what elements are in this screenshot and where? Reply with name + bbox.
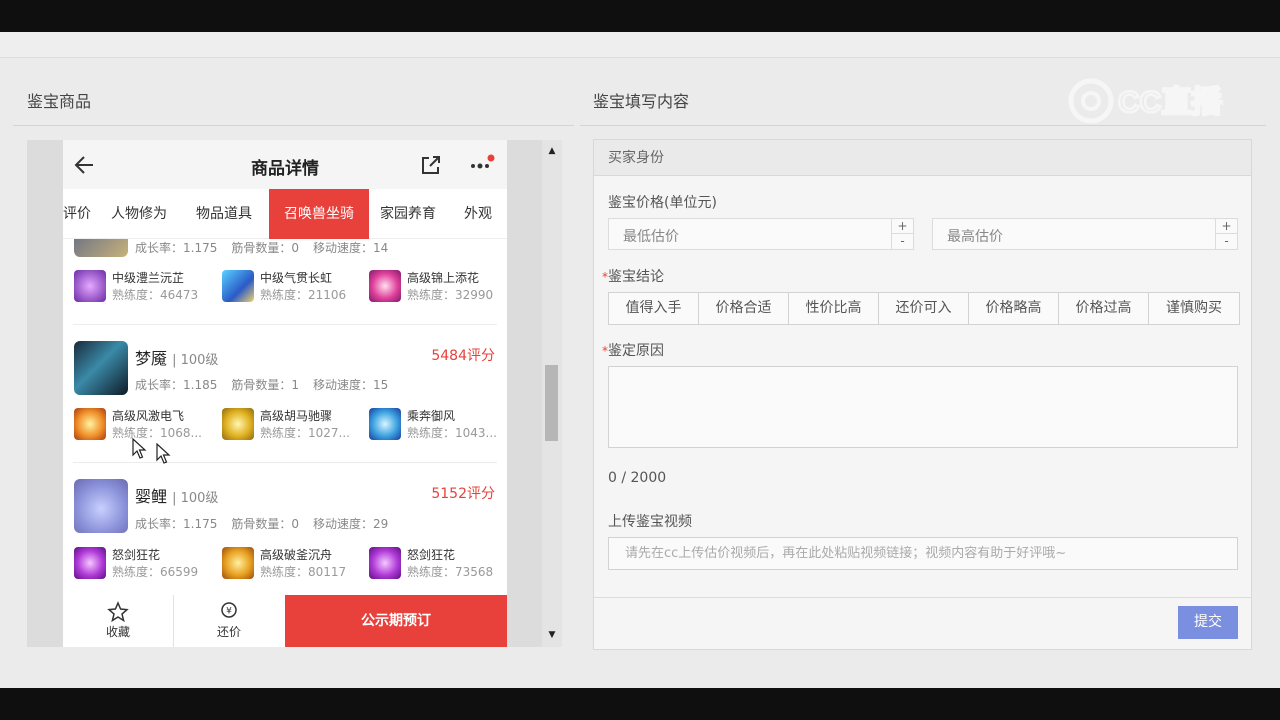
pet-name: 婴鲤 | 100级 (135, 487, 219, 506)
svg-text:¥: ¥ (226, 607, 232, 617)
conclusion-option[interactable]: 价格略高 (969, 293, 1059, 324)
scroll-up-arrow-icon[interactable]: ▲ (542, 146, 562, 156)
scroll-down-arrow-icon[interactable]: ▼ (542, 630, 562, 640)
tab-homestead[interactable]: 家园养育 (380, 189, 436, 239)
conclusion-option[interactable]: 价格过高 (1059, 293, 1149, 324)
tab-items[interactable]: 物品道具 (196, 189, 252, 239)
tab-character[interactable]: 人物修为 (111, 189, 167, 239)
skill-icon (74, 547, 106, 579)
conclusion-option[interactable]: 值得入手 (609, 293, 699, 324)
skill-icon (74, 408, 106, 440)
buyer-identity-header: 买家身份 (594, 140, 1251, 176)
character-counter: 0 / 2000 (608, 470, 667, 486)
submit-button[interactable]: 提交 (1178, 606, 1238, 639)
skill-icon (369, 270, 401, 302)
pet-avatar[interactable] (74, 341, 128, 395)
max-price-increment-button[interactable]: + (1215, 219, 1237, 234)
category-tabs: 评价 人物修为 物品道具 召唤兽坐骑 家园养育 外观 (63, 189, 507, 239)
skill-item[interactable]: 高级破釜沉舟 熟练度：80117 (222, 544, 362, 584)
reason-textarea[interactable] (608, 366, 1238, 448)
pet-avatar[interactable] (74, 239, 128, 257)
max-price-decrement-button[interactable]: - (1215, 234, 1237, 249)
svg-text:CC直播: CC直播 (1118, 86, 1222, 119)
pet-stats: 成长率：1.175 筋骨数量：0 移动速度：14 (135, 241, 389, 255)
skill-icon (222, 408, 254, 440)
max-price-input[interactable]: 最高估价 + - (932, 218, 1238, 250)
skill-item[interactable]: 高级胡马驰骤 熟练度：1027... (222, 405, 362, 445)
phone-scrollbar[interactable]: ▲ ▼ (542, 140, 562, 647)
pet-name: 梦魇 | 100级 (135, 349, 219, 368)
pet-list: 成长率：1.175 筋骨数量：0 移动速度：14 中级澧兰沅芷 熟练度：46473 … (63, 239, 507, 595)
form-footer-divider (594, 597, 1251, 598)
pet-score: 5152评分 (431, 486, 495, 502)
left-panel-title: 鉴宝商品 (27, 92, 92, 111)
appraisal-form: 买家身份 鉴宝价格(单位元) 最低估价 + - 最高估价 + - *鉴宝结论 值… (593, 139, 1252, 650)
scroll-thumb[interactable] (545, 365, 558, 441)
min-price-increment-button[interactable]: + (891, 219, 913, 234)
skill-item[interactable]: 中级澧兰沅芷 熟练度：46473 (74, 267, 214, 307)
conclusion-option[interactable]: 性价比高 (789, 293, 879, 324)
price-label: 鉴宝价格(单位元) (608, 195, 717, 211)
conclusion-options: 值得入手 价格合适 性价比高 还价可入 价格略高 价格过高 谨慎购买 (608, 292, 1240, 325)
top-strip (0, 32, 1280, 58)
conclusion-label: *鉴宝结论 (602, 269, 664, 285)
skill-item[interactable]: 怒剑狂花 熟练度：73568 (369, 544, 507, 584)
video-link-input[interactable]: 请先在cc上传估价视频后，再在此处粘贴视频链接；视频内容有助于好评哦~ (608, 537, 1238, 570)
letterbox-bottom (0, 688, 1280, 720)
pet-stats: 成长率：1.175 筋骨数量：0 移动速度：29 (135, 517, 389, 531)
phone-header: 商品详情 (63, 140, 507, 190)
cc-live-watermark: CC直播 (1068, 78, 1224, 124)
phone-screen: 商品详情 评价 人物修为 物品道具 召唤兽坐骑 家园养育 外观 成长率：1.17… (63, 140, 507, 647)
yuan-coin-icon: ¥ (221, 602, 237, 618)
list-separator (73, 462, 497, 463)
share-icon[interactable] (420, 154, 442, 176)
bargain-button[interactable]: ¥ 还价 (174, 595, 284, 647)
conclusion-option[interactable]: 谨慎购买 (1149, 293, 1239, 324)
tab-pets-mounts[interactable]: 召唤兽坐骑 (269, 189, 369, 239)
pet-stats: 成长率：1.185 筋骨数量：1 移动速度：15 (135, 378, 389, 392)
mouse-cursor-icon (156, 443, 171, 464)
left-panel-divider (13, 125, 574, 126)
more-options-icon[interactable] (469, 154, 495, 176)
preorder-button[interactable]: 公示期预订 (285, 595, 507, 647)
reason-label: *鉴定原因 (602, 343, 664, 359)
pet-avatar[interactable] (74, 479, 128, 533)
skill-item[interactable]: 乘奔御风 熟练度：1043... (369, 405, 507, 445)
skill-icon (74, 270, 106, 302)
tab-reviews[interactable]: 评价 (63, 189, 91, 239)
star-icon (107, 601, 129, 623)
mouse-cursor-icon (132, 438, 147, 459)
list-separator (73, 324, 497, 325)
conclusion-option[interactable]: 还价可入 (879, 293, 969, 324)
favorite-button[interactable]: 收藏 (63, 595, 173, 647)
conclusion-option[interactable]: 价格合适 (699, 293, 789, 324)
skill-item[interactable]: 高级锦上添花 熟练度：32990 (369, 267, 507, 307)
min-price-decrement-button[interactable]: - (891, 234, 913, 249)
pet-score: 5484评分 (431, 348, 495, 364)
skill-icon (222, 270, 254, 302)
video-label: 上传鉴宝视频 (608, 514, 692, 530)
right-panel-title: 鉴宝填写内容 (593, 92, 690, 111)
skill-item[interactable]: 中级气贯长虹 熟练度：21106 (222, 267, 362, 307)
skill-item[interactable]: 怒剑狂花 熟练度：66599 (74, 544, 214, 584)
min-price-input[interactable]: 最低估价 + - (608, 218, 914, 250)
right-panel-divider (580, 125, 1266, 126)
phone-bottom-bar: 收藏 ¥ 还价 公示期预订 (63, 595, 507, 647)
skill-icon (222, 547, 254, 579)
skill-icon (369, 408, 401, 440)
skill-icon (369, 547, 401, 579)
tab-appearance[interactable]: 外观 (464, 189, 492, 239)
letterbox-top (0, 0, 1280, 32)
